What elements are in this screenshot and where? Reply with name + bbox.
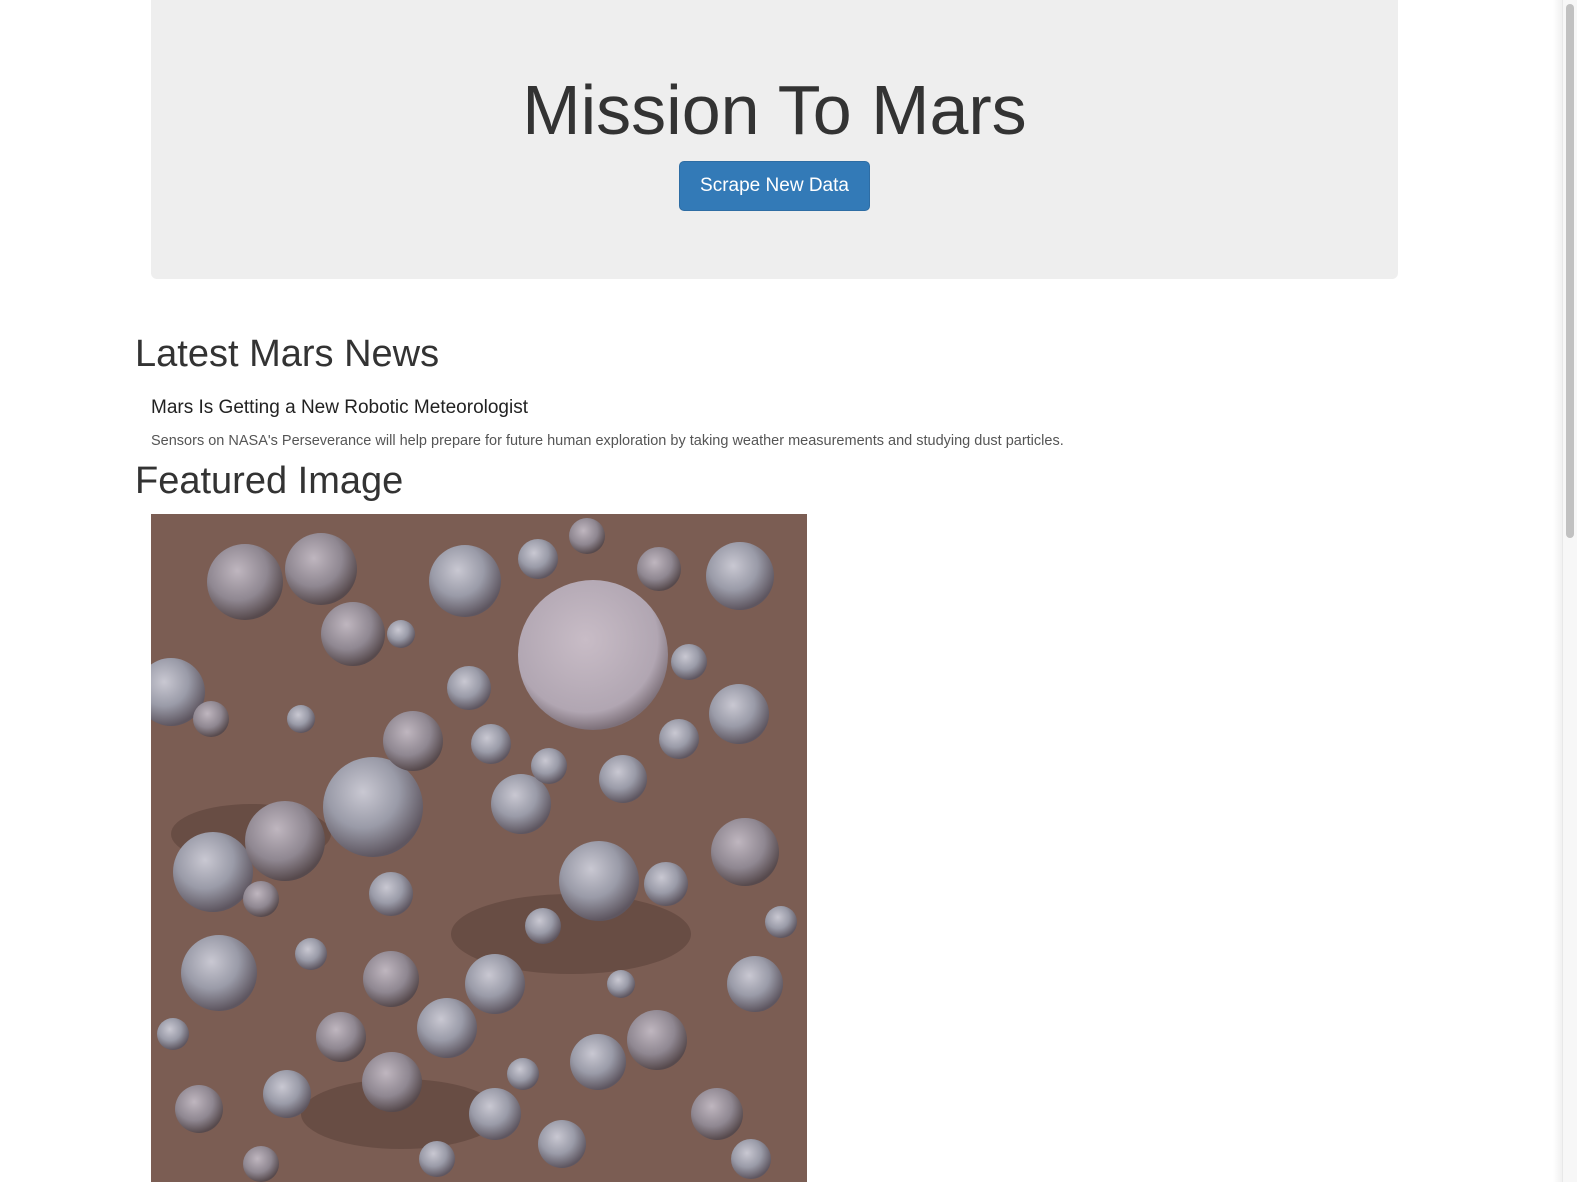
mars-spherules-photo <box>151 514 807 1182</box>
page-right-edge <box>1553 0 1562 1182</box>
news-title: Mars Is Getting a New Robotic Meteorolog… <box>151 397 528 418</box>
featured-image-heading: Featured Image <box>135 460 404 502</box>
featured-image <box>151 514 807 1182</box>
scrollbar-thumb[interactable] <box>1566 4 1574 538</box>
vertical-scrollbar[interactable] <box>1562 0 1577 1182</box>
news-teaser: Sensors on NASA's Perseverance will help… <box>151 433 1064 449</box>
page-title: Mission To Mars <box>522 71 1027 149</box>
jumbotron-header: Mission To Mars Scrape New Data <box>151 0 1398 279</box>
scrape-new-data-button[interactable]: Scrape New Data <box>679 161 870 211</box>
page: Mission To Mars Scrape New Data Latest M… <box>0 0 1577 1182</box>
latest-news-heading: Latest Mars News <box>135 333 440 375</box>
